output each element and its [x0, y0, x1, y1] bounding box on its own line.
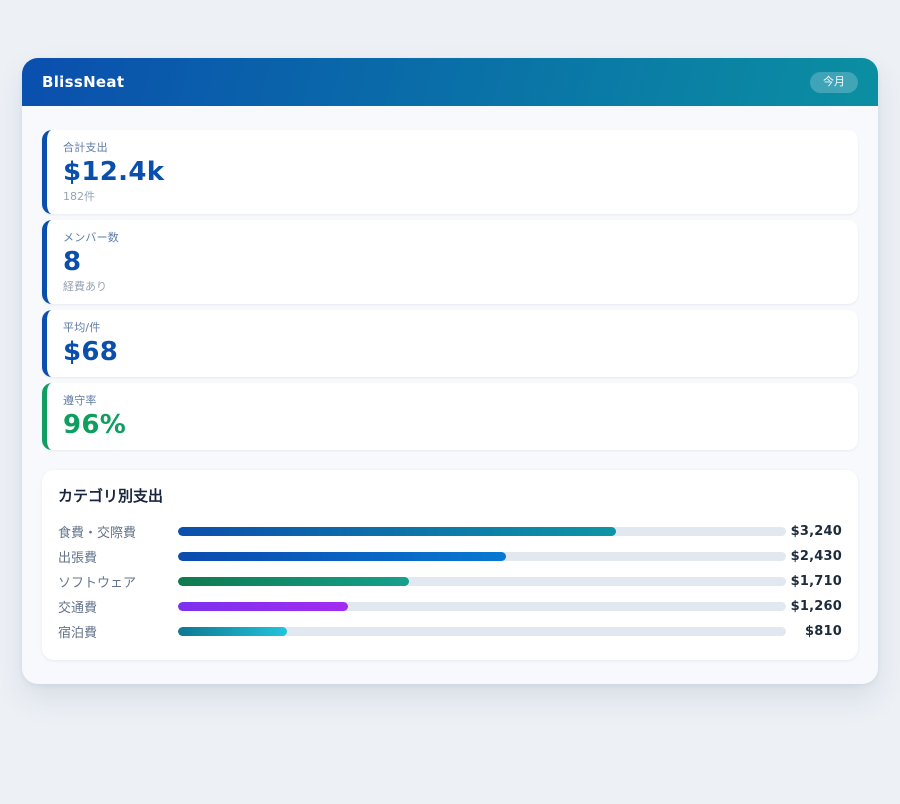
category-row: 交通費 $1,260	[58, 594, 842, 619]
stat-card-member-count: メンバー数 8 経費あり	[42, 220, 858, 304]
category-label: 交通費	[58, 597, 178, 616]
stat-value: $12.4k	[63, 159, 842, 186]
category-value: $810	[786, 624, 842, 639]
stat-value: 96%	[63, 412, 842, 439]
category-value: $3,240	[786, 524, 842, 539]
app-header: BlissNeat 今月	[22, 58, 878, 106]
category-value: $1,260	[786, 599, 842, 614]
bar-track	[178, 627, 786, 636]
stat-card-total-spend: 合計支出 $12.4k 182件	[42, 130, 858, 214]
category-row: 食費・交際費 $3,240	[58, 519, 842, 544]
bar-track	[178, 577, 786, 586]
category-label: 食費・交際費	[58, 522, 178, 541]
category-label: 出張費	[58, 547, 178, 566]
category-label: 宿泊費	[58, 622, 178, 641]
stat-subtext: 182件	[63, 190, 842, 203]
stat-label: メンバー数	[63, 231, 842, 244]
stat-label: 合計支出	[63, 141, 842, 154]
stat-card-compliance-rate: 遵守率 96%	[42, 383, 858, 450]
dashboard-card: BlissNeat 今月 合計支出 $12.4k 182件 メンバー数 8 経費…	[22, 58, 878, 684]
bar-fill	[178, 602, 348, 611]
dashboard-content: 合計支出 $12.4k 182件 メンバー数 8 経費あり 平均/件 $68 遵…	[22, 106, 878, 684]
category-label: ソフトウェア	[58, 572, 178, 591]
stats-list: 合計支出 $12.4k 182件 メンバー数 8 経費あり 平均/件 $68 遵…	[42, 130, 858, 450]
bar-fill	[178, 577, 409, 586]
stat-label: 遵守率	[63, 394, 842, 407]
stat-subtext: 経費あり	[63, 280, 842, 293]
bar-fill	[178, 552, 506, 561]
bar-track	[178, 552, 786, 561]
category-row: ソフトウェア $1,710	[58, 569, 842, 594]
bar-track	[178, 527, 786, 536]
stat-card-average-per-item: 平均/件 $68	[42, 310, 858, 377]
category-row: 宿泊費 $810	[58, 619, 842, 644]
stat-value: 8	[63, 249, 842, 276]
stat-label: 平均/件	[63, 321, 842, 334]
period-badge[interactable]: 今月	[810, 72, 858, 93]
category-value: $1,710	[786, 574, 842, 589]
app-title: BlissNeat	[42, 73, 124, 91]
bar-track	[178, 602, 786, 611]
category-row: 出張費 $2,430	[58, 544, 842, 569]
category-breakdown-card: カテゴリ別支出 食費・交際費 $3,240 出張費 $2,430 ソフトウェア …	[42, 470, 858, 660]
bar-fill	[178, 527, 616, 536]
category-card-title: カテゴリ別支出	[58, 486, 842, 506]
bar-fill	[178, 627, 287, 636]
category-value: $2,430	[786, 549, 842, 564]
stat-value: $68	[63, 339, 842, 366]
